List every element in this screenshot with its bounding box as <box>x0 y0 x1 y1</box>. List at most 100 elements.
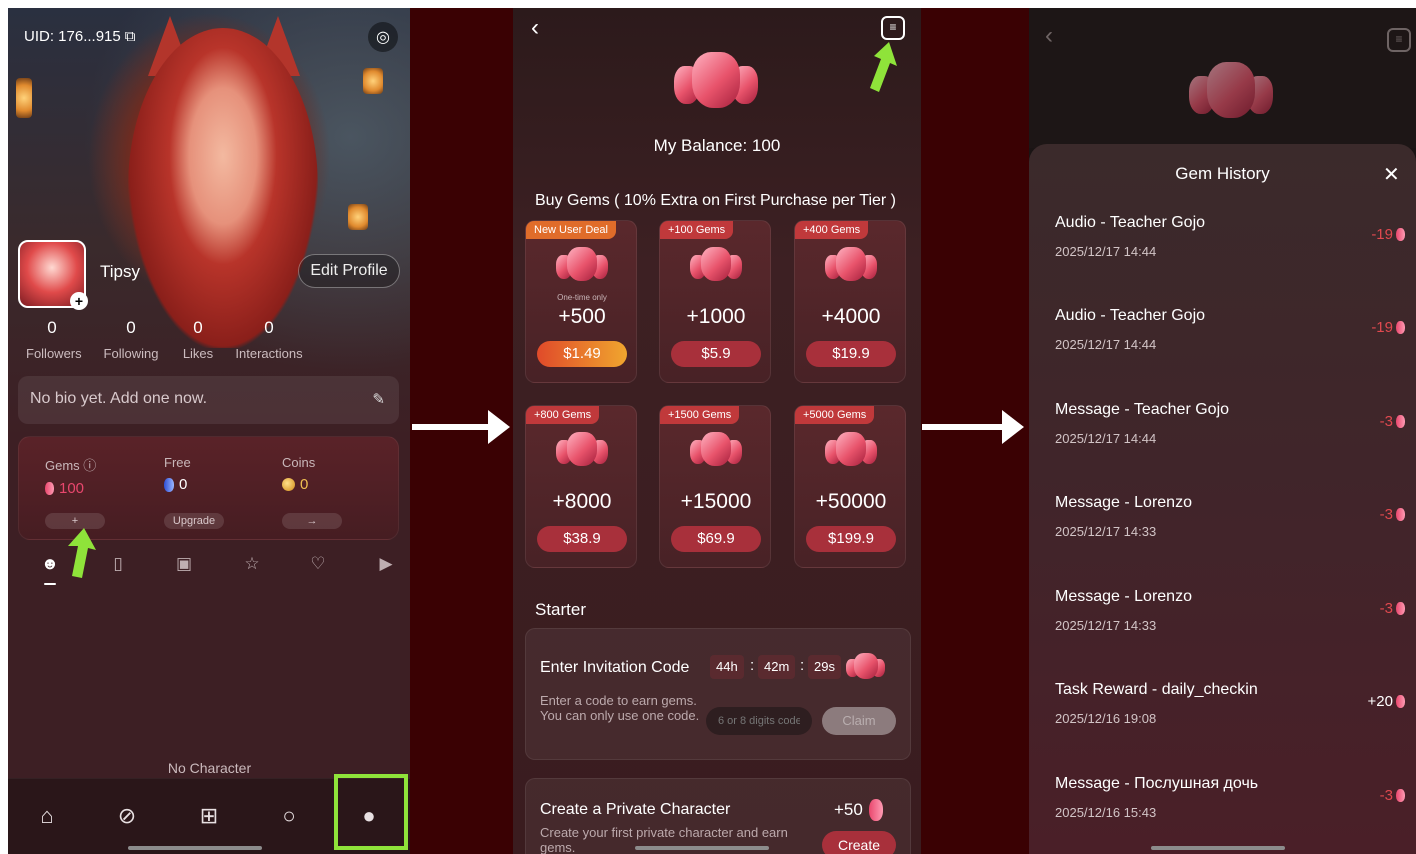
tab-likes-icon[interactable]: ♡ <box>306 552 330 576</box>
gem-pack-card[interactable]: New User Deal One-time only +500 $1.49 <box>525 220 637 383</box>
close-icon[interactable]: ✕ <box>1383 162 1400 187</box>
tab-personas-icon[interactable]: ▣ <box>172 552 196 576</box>
timer-minutes: 42m <box>758 655 796 679</box>
free-gem-icon <box>164 477 174 492</box>
price-button[interactable]: $199.9 <box>806 526 896 552</box>
gem-icon <box>846 653 886 679</box>
username: Tipsy <box>100 262 140 281</box>
back-icon: ‹ <box>1045 22 1053 49</box>
home-indicator <box>1151 846 1285 850</box>
create-icon[interactable]: ⊞ <box>194 801 224 831</box>
gem-icon <box>868 799 883 821</box>
claim-button[interactable]: Claim <box>822 707 896 735</box>
character-banner <box>8 8 411 438</box>
edit-profile-button[interactable]: Edit Profile <box>298 254 400 288</box>
gem-pack-card[interactable]: +800 Gems +8000 $38.9 <box>525 405 637 568</box>
invitation-code-task: Enter Invitation Code 44h : 42m : 29s En… <box>525 628 911 760</box>
home-icon[interactable]: ⌂ <box>32 801 62 831</box>
history-item: Message - Lorenzo 2025/12/17 14:33 -3 <box>1055 588 1405 648</box>
history-item: Message - Teacher Gojo 2025/12/17 14:44 … <box>1055 401 1405 461</box>
flow-arrow-icon <box>412 410 510 444</box>
tab-characters-icon[interactable]: ☻ <box>38 552 62 585</box>
explore-icon[interactable]: ⊘ <box>112 801 142 831</box>
sheet-title: Gem History <box>1175 164 1270 183</box>
home-indicator <box>128 846 262 850</box>
create-button[interactable]: Create <box>822 831 896 854</box>
price-button[interactable]: $69.9 <box>671 526 761 552</box>
store-content: ‹ ≡ My Balance: 100 Buy Gems ( 10% Extra… <box>513 8 921 854</box>
chat-icon[interactable]: ○ <box>274 801 304 831</box>
history-item: Audio - Teacher Gojo 2025/12/17 14:44 -1… <box>1055 307 1405 367</box>
invitation-code-input[interactable] <box>706 707 812 735</box>
timer-hours: 44h <box>710 655 744 679</box>
balance-label: My Balance: 100 <box>653 136 781 155</box>
gem-icon <box>690 247 742 281</box>
pointer-arrow-icon <box>870 42 897 92</box>
gem-icon <box>556 247 608 281</box>
dimmed-store-header: ‹ ≡ <box>1029 8 1416 148</box>
private-character-task: Create a Private Character +50 Create yo… <box>525 778 911 854</box>
history-item: Task Reward - daily_checkin 2025/12/16 1… <box>1055 681 1405 741</box>
price-button[interactable]: $1.49 <box>537 341 627 367</box>
gem-icon <box>674 52 760 108</box>
character-portrait <box>128 28 318 348</box>
lamp-decoration <box>16 78 32 118</box>
gem-icon <box>1396 789 1405 802</box>
timer-seconds: 29s <box>808 655 841 679</box>
gem-icon <box>1396 508 1405 521</box>
gem-pack-card[interactable]: +1500 Gems +15000 $69.9 <box>659 405 771 568</box>
gem-icon <box>825 432 877 466</box>
upgrade-button[interactable]: Upgrade <box>164 513 224 529</box>
gem-icon <box>45 482 54 495</box>
stat-interactions[interactable]: 0 Interactions <box>230 318 308 361</box>
copy-icon[interactable]: ⧉ <box>125 28 136 45</box>
gem-icon <box>1396 321 1405 334</box>
stat-likes[interactable]: 0 Likes <box>178 318 218 361</box>
info-icon[interactable]: ⓘ <box>83 458 96 473</box>
history-item: Message - Lorenzo 2025/12/17 14:33 -3 <box>1055 494 1405 554</box>
gem-icon <box>1396 602 1405 615</box>
tab-stories-icon[interactable]: ▯ <box>106 552 130 576</box>
history-item: Audio - Teacher Gojo 2025/12/17 14:44 -1… <box>1055 214 1405 274</box>
gem-pack-card[interactable]: +5000 Gems +50000 $199.9 <box>794 405 906 568</box>
history-icon[interactable]: ≡ <box>881 16 905 40</box>
gem-pack-card[interactable]: +100 Gems +1000 $5.9 <box>659 220 771 383</box>
coins-balance: Coins 0 <box>282 455 316 493</box>
stat-followers[interactable]: 0 Followers <box>26 318 82 361</box>
price-button[interactable]: $19.9 <box>806 341 896 367</box>
tab-favorites-icon[interactable]: ☆ <box>240 552 264 576</box>
gem-icon <box>1396 415 1405 428</box>
coins-button[interactable]: → <box>282 513 342 529</box>
bio-field[interactable]: No bio yet. Add one now. ✎ <box>18 376 399 424</box>
avatar[interactable]: + <box>18 240 88 310</box>
wallet-card: Gems ⓘ 100 + Free 0 Upgrade Coins 0 → <box>18 436 399 540</box>
stat-following[interactable]: 0 Following <box>100 318 162 361</box>
gem-icon <box>1189 62 1275 118</box>
profile-screen: UID: 176...915 ⧉ ◎ + Tipsy Edit Profile … <box>8 8 411 854</box>
price-button[interactable]: $5.9 <box>671 341 761 367</box>
edit-icon[interactable]: ✎ <box>372 390 385 408</box>
pointer-arrow-icon <box>68 528 96 578</box>
gem-icon <box>690 432 742 466</box>
history-item: Message - Послушная дочь 2025/12/16 15:4… <box>1055 775 1405 835</box>
gem-history-sheet: Gem History ✕ Audio - Teacher Gojo 2025/… <box>1029 144 1416 854</box>
gem-history-screen: ‹ ≡ Gem History ✕ Audio - Teacher Gojo 2… <box>1029 8 1416 854</box>
gem-pack-card[interactable]: +400 Gems +4000 $19.9 <box>794 220 906 383</box>
add-avatar-icon[interactable]: + <box>70 292 88 310</box>
back-icon[interactable]: ‹ <box>531 14 539 42</box>
gem-icon <box>556 432 608 466</box>
history-icon: ≡ <box>1387 28 1411 52</box>
add-gems-button[interactable]: + <box>45 513 105 529</box>
lamp-decoration <box>363 68 383 94</box>
tab-videos-icon[interactable]: ▶ <box>374 552 398 576</box>
gem-icon <box>825 247 877 281</box>
settings-icon[interactable]: ◎ <box>368 22 398 52</box>
user-id[interactable]: UID: 176...915 ⧉ <box>24 28 135 45</box>
price-button[interactable]: $38.9 <box>537 526 627 552</box>
buy-gems-title: Buy Gems ( 10% Extra on First Purchase p… <box>535 192 897 209</box>
starter-title: Starter <box>535 600 587 619</box>
flow-arrow-icon <box>922 410 1024 444</box>
coin-icon <box>282 478 295 491</box>
home-indicator <box>635 846 769 850</box>
free-balance: Free 0 <box>164 455 191 493</box>
